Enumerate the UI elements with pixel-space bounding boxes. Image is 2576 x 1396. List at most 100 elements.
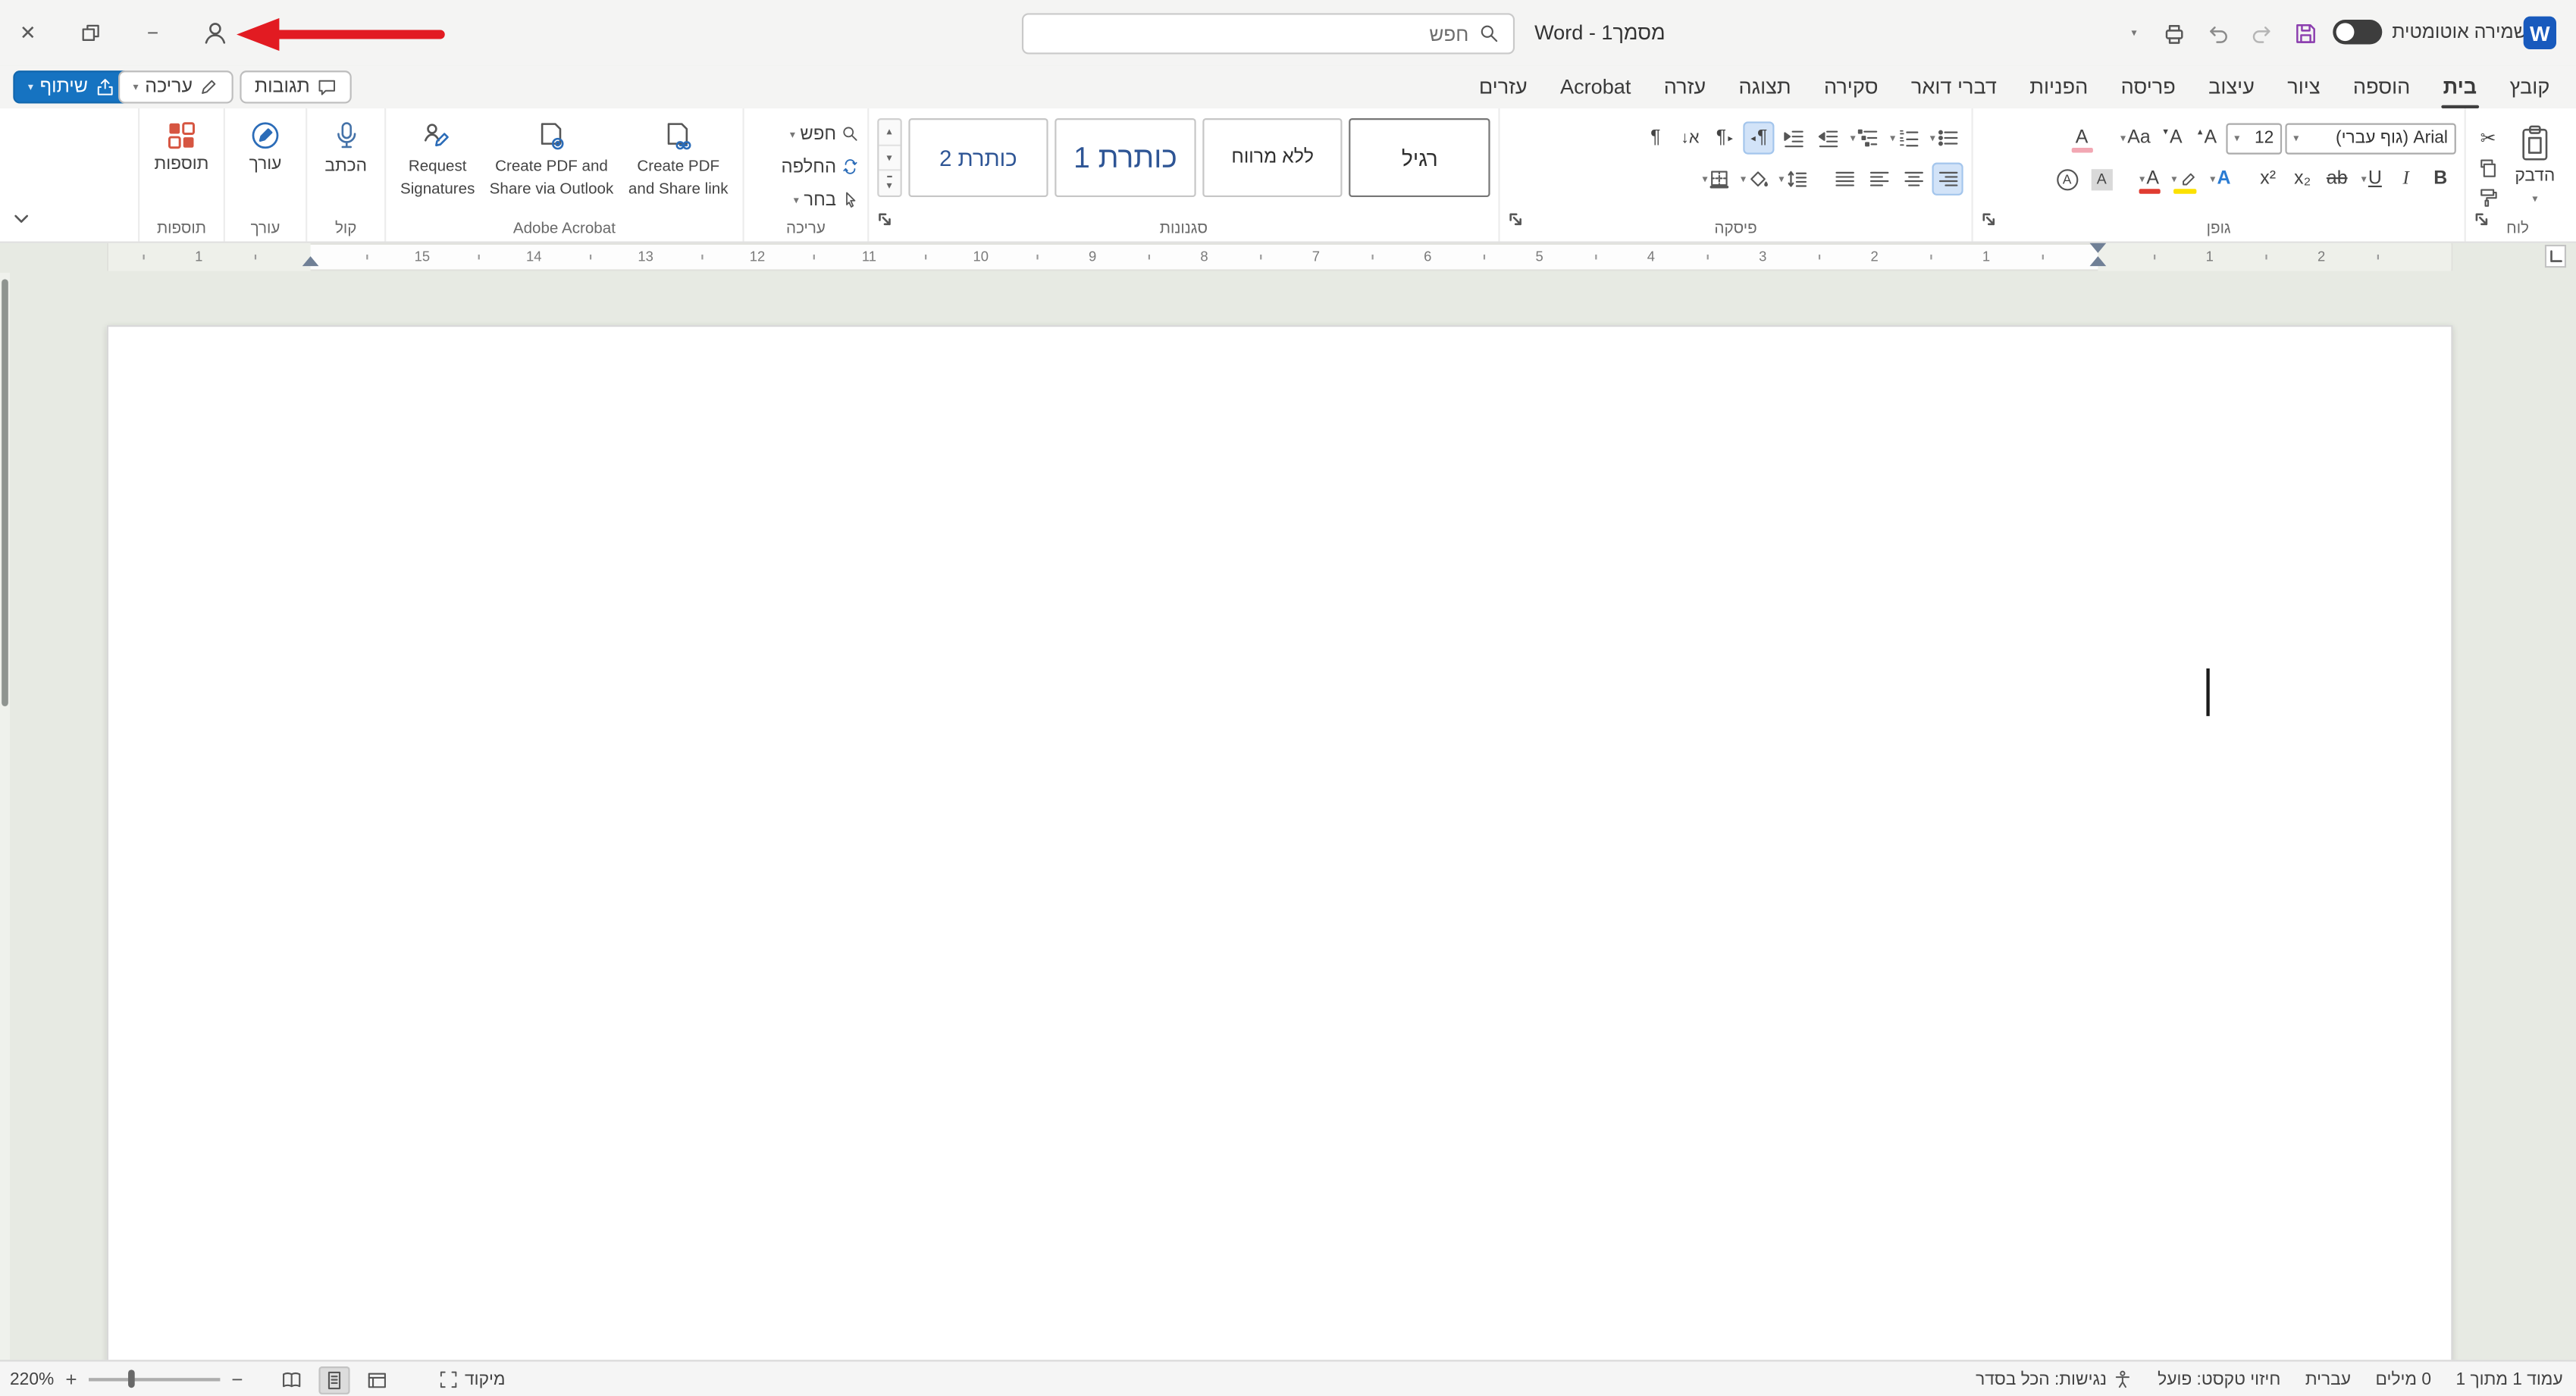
tab-design[interactable]: עיצוב	[2192, 66, 2270, 108]
tab-layout[interactable]: פריסה	[2104, 66, 2192, 108]
change-case-button[interactable]: Aa▾	[2117, 121, 2154, 154]
tab-help[interactable]: עזרה	[1647, 66, 1722, 108]
show-formatting-marks-button[interactable]: ¶	[1640, 121, 1671, 154]
save-button[interactable]	[2287, 13, 2324, 52]
superscript-button[interactable]: x²	[2252, 163, 2283, 196]
bullets-button[interactable]: ▾	[1926, 121, 1963, 154]
restore-window-button[interactable]	[69, 13, 111, 52]
font-name-select[interactable]: Arial (גוף עברי) ▾	[2285, 122, 2455, 153]
print-layout-button[interactable]	[318, 1366, 349, 1394]
styles-scroll-down-button[interactable]: ▾	[879, 146, 899, 171]
numbering-button[interactable]: ▾	[1887, 121, 1923, 154]
styles-scroll-up-button[interactable]: ▴	[879, 120, 899, 146]
word-count[interactable]: 0 מילים	[2376, 1369, 2431, 1389]
zoom-slider-thumb[interactable]	[128, 1370, 135, 1388]
create-pdf-share-outlook-button[interactable]: Create PDF and Share via Outlook	[486, 108, 617, 210]
zoom-slider[interactable]	[89, 1379, 220, 1381]
grow-font-button[interactable]: A▴	[2192, 121, 2223, 154]
font-color-button[interactable]: A ▾	[2133, 163, 2164, 196]
style-normal[interactable]: רגיל	[1349, 118, 1490, 197]
search-box[interactable]	[1022, 13, 1515, 54]
tab-draw[interactable]: ציור	[2271, 66, 2337, 108]
tab-home[interactable]: בית	[2427, 66, 2493, 108]
styles-dialog-launcher[interactable]	[877, 205, 892, 235]
clipboard-dialog-launcher[interactable]	[2474, 205, 2490, 235]
page-indicator[interactable]: עמוד 1 מתוך 1	[2456, 1369, 2563, 1389]
align-left-button[interactable]	[1863, 163, 1894, 196]
tab-view[interactable]: תצוגה	[1722, 66, 1807, 108]
addins-button[interactable]: תוספות	[139, 108, 224, 210]
redo-button[interactable]	[2244, 13, 2280, 52]
align-right-button[interactable]	[1932, 163, 1963, 196]
clear-formatting-button[interactable]: A	[2066, 121, 2097, 154]
autosave-toggle[interactable]	[2333, 20, 2382, 45]
zoom-in-button[interactable]: +	[65, 1368, 77, 1391]
copy-button[interactable]	[2472, 151, 2503, 183]
request-signatures-button[interactable]: Request Signatures	[393, 108, 482, 210]
tab-file[interactable]: קובץ	[2493, 66, 2566, 108]
comments-button[interactable]: תגובות	[240, 70, 351, 103]
select-button[interactable]: בחר ▾	[790, 186, 862, 214]
editing-mode-button[interactable]: עריכה ▾	[118, 70, 233, 103]
share-button[interactable]: שיתוף ▾	[13, 70, 129, 103]
accessibility-status[interactable]: נגישות: הכל בסדר	[1976, 1369, 2133, 1389]
decrease-indent-button[interactable]	[1813, 121, 1844, 154]
tab-stop-selector[interactable]	[2545, 245, 2566, 268]
minimize-window-button[interactable]: −	[131, 13, 174, 52]
tab-acrobat[interactable]: Acrobat	[1543, 66, 1647, 108]
align-center-button[interactable]	[1898, 163, 1929, 196]
editor-button[interactable]: עורך	[225, 108, 306, 210]
enclose-characters-button[interactable]: A	[2051, 163, 2082, 196]
horizontal-ruler[interactable]: 115141312111098765432112	[0, 243, 2576, 271]
zoom-level[interactable]: 220%	[10, 1369, 54, 1389]
cut-button[interactable]: ✂	[2472, 121, 2503, 154]
tab-insert[interactable]: הוספה	[2336, 66, 2427, 108]
dictate-button[interactable]: הכתב	[307, 108, 384, 210]
zoom-out-button[interactable]: −	[231, 1368, 243, 1391]
font-dialog-launcher[interactable]	[1982, 205, 1997, 235]
paragraph-dialog-launcher[interactable]	[1508, 205, 1523, 235]
left-indent-marker[interactable]	[302, 256, 319, 266]
scrollbar-thumb[interactable]	[2, 279, 8, 706]
justify-button[interactable]	[1829, 163, 1860, 196]
style-heading2[interactable]: כותרת 2	[908, 118, 1048, 197]
character-shading-button[interactable]: A	[2086, 163, 2117, 196]
text-highlight-button[interactable]: ▾	[2168, 163, 2202, 196]
rtl-text-direction-button[interactable]: ¶◂	[1744, 121, 1775, 154]
tab-review[interactable]: סקירה	[1807, 66, 1894, 108]
close-window-button[interactable]: ✕	[7, 13, 49, 52]
borders-button[interactable]: ▾	[1699, 163, 1734, 196]
styles-gallery-expand-button[interactable]: ▾	[879, 171, 899, 196]
ltr-text-direction-button[interactable]: ▸¶	[1709, 121, 1740, 154]
multilevel-list-button[interactable]: ▾	[1847, 121, 1883, 154]
quick-print-button[interactable]	[2155, 13, 2192, 52]
bold-button[interactable]: B	[2425, 163, 2456, 196]
italic-button[interactable]: I	[2390, 163, 2421, 196]
language-indicator[interactable]: עברית	[2305, 1369, 2351, 1389]
search-input[interactable]	[1036, 22, 1468, 45]
strikethrough-button[interactable]: ab	[2321, 163, 2352, 196]
collapse-ribbon-button[interactable]	[13, 204, 30, 233]
style-heading1[interactable]: כותרת 1	[1055, 118, 1196, 197]
web-layout-button[interactable]	[362, 1366, 393, 1394]
underline-button[interactable]: U▾	[2356, 163, 2387, 196]
undo-button[interactable]	[2198, 13, 2235, 52]
sort-button[interactable]: א↓	[1675, 121, 1706, 154]
increase-indent-button[interactable]	[1778, 121, 1809, 154]
font-size-select[interactable]: 12 ▾	[2226, 122, 2282, 153]
vertical-scrollbar[interactable]	[0, 273, 10, 1360]
text-effects-button[interactable]: A▾	[2205, 163, 2236, 196]
first-line-indent-marker[interactable]	[2090, 243, 2107, 253]
line-spacing-button[interactable]: ▾	[1775, 163, 1812, 196]
document-page[interactable]	[107, 325, 2453, 1360]
focus-mode-button[interactable]: מיקוד	[438, 1369, 505, 1389]
tab-mailings[interactable]: דברי דואר	[1894, 66, 2013, 108]
text-predictions-indicator[interactable]: חיזוי טקסט: פועל	[2158, 1369, 2280, 1389]
shrink-font-button[interactable]: A▾	[2157, 121, 2188, 154]
replace-button[interactable]: החלפה	[778, 153, 863, 181]
paste-button[interactable]: הדבק ▾	[2504, 111, 2566, 213]
subscript-button[interactable]: x₂	[2287, 163, 2318, 196]
style-no-spacing[interactable]: ללא מרווח	[1202, 118, 1343, 197]
create-pdf-share-link-button[interactable]: Create PDF and Share link	[621, 108, 736, 210]
hanging-indent-marker[interactable]	[2090, 256, 2107, 266]
